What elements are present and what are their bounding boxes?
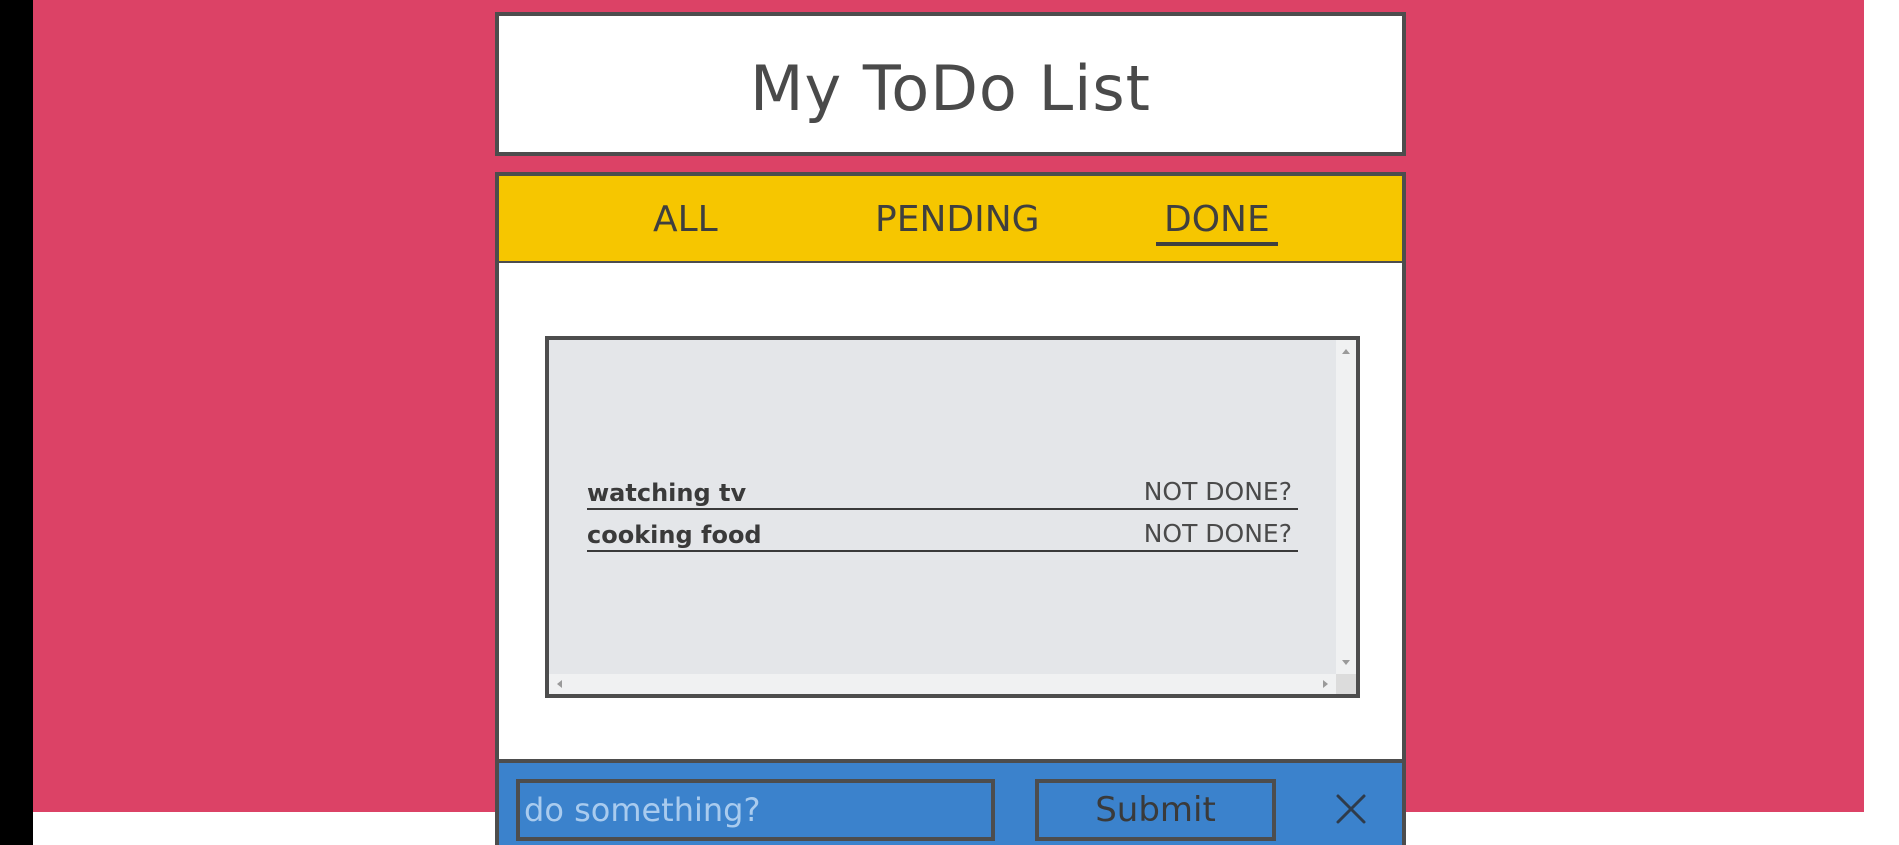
- todo-app: My ToDo List ALL PENDING DONE watching t…: [495, 12, 1412, 845]
- tab-done[interactable]: DONE: [1156, 198, 1278, 246]
- scrollbar-corner: [1336, 674, 1356, 694]
- tab-pending[interactable]: PENDING: [867, 198, 1048, 242]
- scroll-left-icon[interactable]: [557, 680, 562, 688]
- mark-not-done-button[interactable]: NOT DONE?: [1144, 519, 1292, 548]
- page-title: My ToDo List: [750, 51, 1151, 125]
- scroll-down-icon[interactable]: [1342, 660, 1350, 665]
- right-edge: [1864, 0, 1899, 845]
- horizontal-scrollbar[interactable]: [549, 674, 1336, 694]
- todo-text: watching tv: [587, 479, 747, 507]
- page: My ToDo List ALL PENDING DONE watching t…: [0, 0, 1899, 845]
- scroll-up-icon[interactable]: [1342, 349, 1350, 354]
- left-edge: [0, 0, 33, 845]
- vertical-scrollbar[interactable]: [1336, 340, 1356, 674]
- close-icon[interactable]: [1333, 791, 1369, 827]
- new-todo-input[interactable]: [516, 779, 995, 841]
- content-panel: watching tv NOT DONE? cooking food NOT D…: [495, 263, 1406, 763]
- tab-all[interactable]: ALL: [645, 198, 726, 242]
- scroll-right-icon[interactable]: [1323, 680, 1328, 688]
- submit-button[interactable]: Submit: [1035, 779, 1276, 841]
- list-item: cooking food NOT DONE?: [587, 512, 1298, 552]
- add-todo-bar: Submit: [495, 759, 1406, 845]
- mark-not-done-button[interactable]: NOT DONE?: [1144, 477, 1292, 506]
- list-item: watching tv NOT DONE?: [587, 470, 1298, 510]
- title-card: My ToDo List: [495, 12, 1406, 156]
- todo-text: cooking food: [587, 521, 762, 549]
- todo-list[interactable]: watching tv NOT DONE? cooking food NOT D…: [545, 336, 1360, 698]
- filter-tabs: ALL PENDING DONE: [495, 172, 1406, 265]
